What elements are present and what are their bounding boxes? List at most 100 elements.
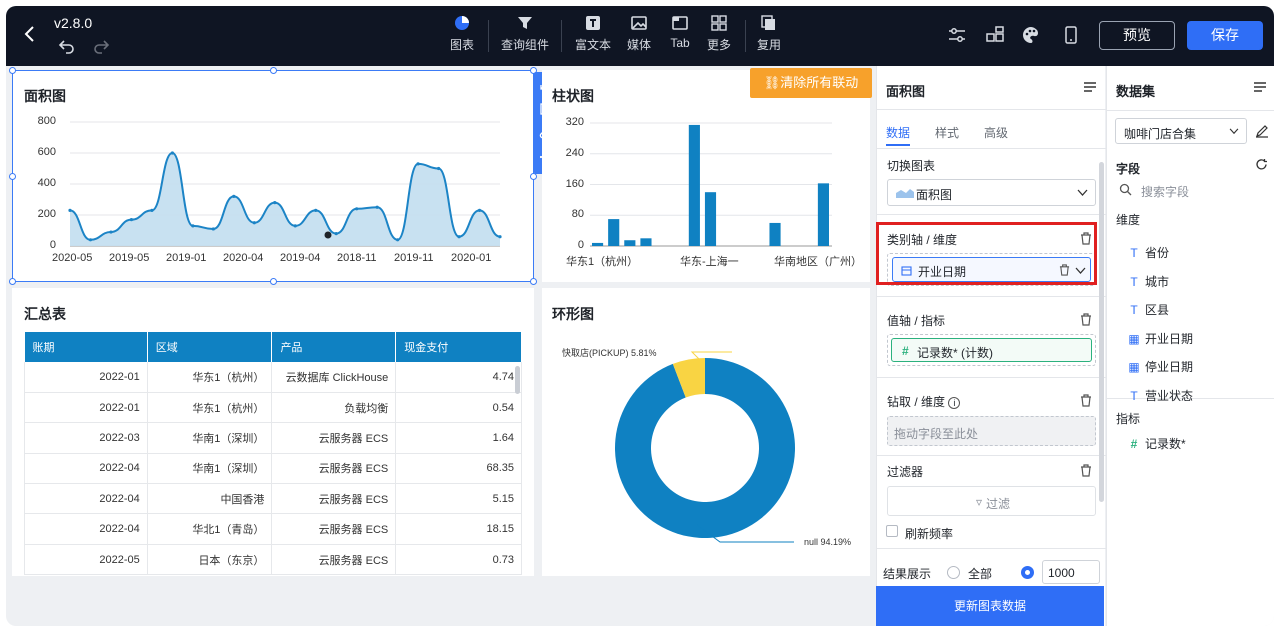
- result-display-label: 结果展示: [883, 567, 932, 581]
- bar-mark[interactable]: [688, 124, 700, 246]
- settings-sliders-icon[interactable]: [946, 24, 968, 46]
- result-limit-radio[interactable]: [1021, 566, 1034, 579]
- number-hash-icon: #: [1130, 437, 1138, 451]
- config-title: 面积图: [886, 84, 926, 99]
- resize-handle[interactable]: [9, 173, 16, 180]
- table-cell: 云服务器 ECS: [271, 453, 397, 485]
- back-arrow-icon[interactable]: [20, 24, 40, 44]
- toolbar-divider: [488, 20, 489, 52]
- dimension-field-item[interactable]: T 营业状态: [1127, 387, 1193, 404]
- table-row[interactable]: 2022-04 华北1（青岛） 云服务器 ECS 18.15: [24, 513, 522, 545]
- tool-chart[interactable]: 图表: [440, 14, 484, 53]
- text-type-icon: T: [1130, 388, 1138, 403]
- column-header[interactable]: 区域: [147, 332, 273, 362]
- result-limit-input[interactable]: 1000: [1042, 560, 1100, 584]
- column-header[interactable]: 现金支付: [395, 332, 522, 362]
- result-all-radio[interactable]: [947, 566, 960, 579]
- mobile-icon[interactable]: [1060, 24, 1082, 46]
- filter-button-label: 过滤: [986, 497, 1011, 511]
- filter-button[interactable]: ▿ 过滤: [887, 486, 1096, 516]
- dimension-field-item[interactable]: T 城市: [1127, 273, 1169, 290]
- resize-handle[interactable]: [270, 67, 277, 74]
- table-row[interactable]: 2022-01 华东1（杭州） 云数据库 ClickHouse 4.74: [24, 362, 522, 393]
- table-cell: 云服务器 ECS: [271, 513, 397, 545]
- metric-field-pill[interactable]: # 记录数* (计数): [891, 338, 1092, 362]
- y-tick-label: 240: [565, 146, 584, 159]
- resize-handle[interactable]: [270, 278, 277, 285]
- column-header[interactable]: 账期: [24, 332, 148, 362]
- collapse-menu-icon[interactable]: [1253, 80, 1267, 94]
- tool-more[interactable]: 更多: [697, 14, 741, 53]
- table-cell: 2022-04: [24, 483, 148, 515]
- bar-mark[interactable]: [704, 192, 717, 246]
- tab-advanced[interactable]: 高级: [984, 124, 1008, 141]
- trash-icon[interactable]: [1080, 464, 1092, 477]
- table-cell: 5.15: [395, 483, 522, 515]
- filter-funnel-icon: ▿: [976, 495, 983, 509]
- dimension-field-item[interactable]: ▦ 开业日期: [1127, 330, 1193, 347]
- update-chart-data-button[interactable]: 更新图表数据: [876, 586, 1104, 626]
- drill-drop-zone[interactable]: 拖动字段至此处: [887, 416, 1096, 446]
- bar-mark[interactable]: [624, 240, 636, 246]
- bar-chart-card[interactable]: 柱状图 320 240 160 80 0 华东1（杭州） 华东-上海一 华南地区（广州）: [542, 70, 870, 282]
- theme-palette-icon[interactable]: [1020, 24, 1042, 46]
- redo-icon[interactable]: [92, 38, 110, 54]
- table-row[interactable]: 2022-05 日本（东京） 云服务器 ECS 0.73: [24, 544, 522, 576]
- table-row[interactable]: 2022-04 中国香港 云服务器 ECS 5.15: [24, 483, 522, 515]
- refresh-checkbox[interactable]: [886, 525, 898, 537]
- dimension-field-item[interactable]: T 区县: [1127, 301, 1169, 318]
- resize-handle[interactable]: [9, 278, 16, 285]
- tool-media[interactable]: 媒体: [617, 14, 661, 53]
- dimension-field-item[interactable]: T 省份: [1127, 244, 1169, 261]
- tool-richtext[interactable]: 富文本: [571, 14, 615, 53]
- field-search-input[interactable]: 搜索字段: [1141, 183, 1189, 200]
- table-row[interactable]: 2022-01 华东1（杭州） 负载均衡 0.54: [24, 392, 522, 424]
- info-icon[interactable]: i: [948, 397, 961, 409]
- tool-media-label: 媒体: [626, 38, 651, 52]
- dataset-title: 数据集: [1116, 84, 1156, 99]
- table-row[interactable]: 2022-03 华南1（深圳） 云服务器 ECS 1.64: [24, 422, 522, 454]
- bar-mark[interactable]: [769, 222, 781, 246]
- toolbar-divider: [561, 20, 562, 52]
- dataset-select[interactable]: 咖啡门店合集: [1115, 118, 1247, 144]
- donut-chart-card[interactable]: 环形图 快取店(PICKUP) 5.81% null 94.19%: [542, 288, 870, 576]
- resize-handle[interactable]: [530, 278, 537, 285]
- metric-field-item[interactable]: # 记录数*: [1127, 435, 1186, 452]
- tool-reuse[interactable]: 复用: [747, 14, 791, 53]
- refresh-icon[interactable]: [1255, 158, 1268, 171]
- resize-handle[interactable]: [530, 173, 537, 180]
- table-cell: 2022-01: [24, 362, 148, 393]
- table-scrollbar[interactable]: [515, 366, 520, 394]
- collapse-menu-icon[interactable]: [1083, 80, 1097, 94]
- bar-mark[interactable]: [640, 238, 652, 246]
- table-cell: 1.64: [395, 422, 522, 454]
- save-button[interactable]: 保存: [1187, 21, 1263, 50]
- bar-mark[interactable]: [817, 183, 829, 246]
- undo-icon[interactable]: [58, 38, 76, 54]
- tab-data[interactable]: 数据: [886, 124, 910, 141]
- layout-icon[interactable]: [984, 24, 1006, 46]
- metric-group-label: 指标: [1116, 412, 1141, 426]
- tool-chart-label: 图表: [449, 38, 474, 52]
- chart-type-select[interactable]: 面积图: [887, 179, 1096, 206]
- bar-mark[interactable]: [608, 219, 620, 246]
- resize-handle[interactable]: [9, 67, 16, 74]
- filter-icon: [518, 17, 532, 29]
- column-header[interactable]: 产品: [271, 332, 397, 362]
- tool-query[interactable]: 查询组件: [500, 14, 550, 53]
- tool-tab[interactable]: Tab: [658, 14, 702, 50]
- number-hash-icon: #: [902, 344, 909, 358]
- chevron-down-icon: [1077, 189, 1088, 196]
- clear-all-links-button[interactable]: ⛓清除所有联动: [750, 68, 872, 98]
- app-window: v2.8.0 图表 查询组件 富文本 媒体 Tab 更多 复用 预览 保存 面积…: [6, 6, 1274, 626]
- bar-chart-svg: [590, 122, 832, 247]
- dimension-field-item[interactable]: ▦ 停业日期: [1127, 358, 1193, 375]
- table-row[interactable]: 2022-04 华南1（深圳） 云服务器 ECS 68.35: [24, 453, 522, 485]
- bar-mark[interactable]: [592, 242, 604, 246]
- preview-button[interactable]: 预览: [1099, 21, 1175, 50]
- trash-icon[interactable]: [1080, 394, 1092, 407]
- search-icon: [1119, 183, 1132, 196]
- trash-icon[interactable]: [1080, 313, 1092, 326]
- tab-style[interactable]: 样式: [935, 124, 959, 141]
- edit-pencil-icon[interactable]: [1255, 124, 1269, 138]
